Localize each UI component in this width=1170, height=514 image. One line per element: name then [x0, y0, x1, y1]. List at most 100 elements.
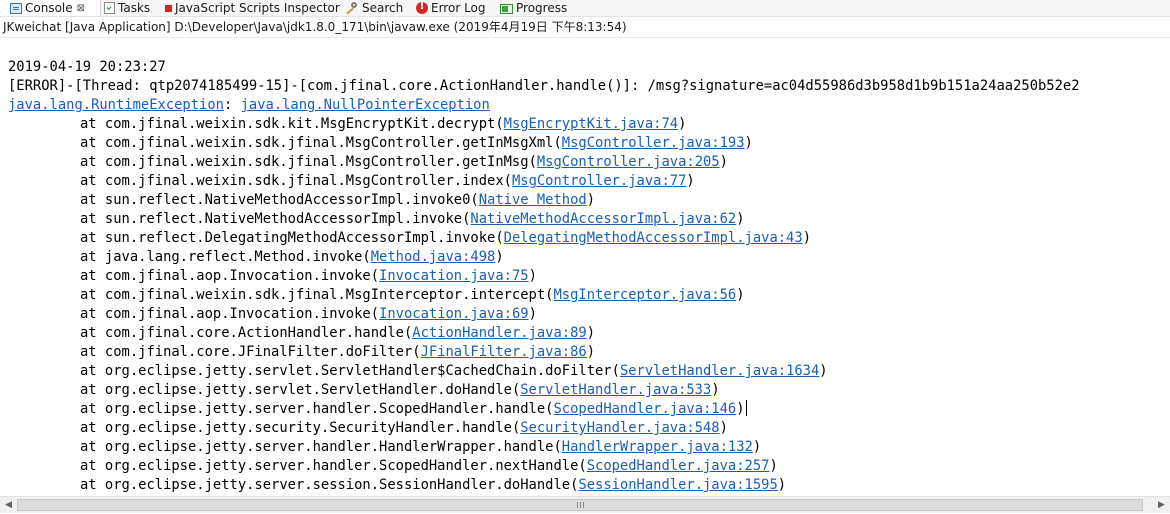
- close-icon[interactable]: ⊠: [77, 3, 85, 14]
- stack-frame-paren-close: ): [528, 306, 537, 322]
- stack-frame-source-link[interactable]: Method.java:498: [371, 249, 496, 265]
- stack-frame-method: at org.eclipse.jetty.server.handler.Scop…: [80, 458, 579, 474]
- stack-frame-source-link[interactable]: MsgController.java:193: [562, 135, 745, 151]
- stack-frame-paren-open: (: [495, 116, 504, 132]
- stack-frame-paren-close: ): [752, 439, 762, 455]
- text-caret: [745, 400, 747, 416]
- exception-separator: :: [223, 97, 241, 113]
- stack-frame-paren-open: (: [553, 135, 562, 151]
- stack-frame-paren-close: ): [736, 287, 745, 303]
- stack-frame-source-link[interactable]: MsgController.java:77: [512, 173, 686, 189]
- stack-frame-paren-close: ): [678, 116, 687, 132]
- stack-frame-paren-close: ): [736, 211, 745, 227]
- stack-frame-method: at com.jfinal.weixin.sdk.kit.MsgEncryptK…: [80, 116, 496, 132]
- stack-frame-paren-close: ): [586, 325, 596, 341]
- stack-frame-paren-open: (: [528, 154, 537, 170]
- stack-frame-source-link[interactable]: Invocation.java:75: [379, 268, 529, 284]
- stack-frame-paren-close: ): [802, 230, 811, 246]
- stack-frame-method: at com.jfinal.core.JFinalFilter.doFilter: [80, 344, 413, 360]
- stack-frame-method: at com.jfinal.weixin.sdk.jfinal.MsgInter…: [80, 287, 546, 303]
- tab-console[interactable]: Console ⊠: [0, 0, 101, 16]
- stack-frame-paren-open: (: [470, 192, 479, 208]
- stack-frame: at com.jfinal.weixin.sdk.jfinal.MsgInter…: [80, 286, 745, 305]
- stack-frame-method: at com.jfinal.weixin.sdk.jfinal.MsgContr…: [80, 173, 504, 189]
- stack-frame-source-link[interactable]: DelegatingMethodAccessorImpl.java:43: [504, 230, 803, 246]
- stack-frame-method: at org.eclipse.jetty.servlet.ServletHand…: [80, 382, 512, 398]
- stack-frame: at org.eclipse.jetty.server.handler.Hand…: [80, 438, 761, 457]
- process-info: JKweichat [Java Application] D:\Develope…: [0, 17, 1170, 38]
- console-error-line: [ERROR]-[Thread: qtp2074185499-15]-[com.…: [8, 78, 1080, 94]
- tab-javascript-scripts-inspector-label: JavaScript Scripts Inspector: [175, 1, 340, 15]
- javascript-inspector-icon: [165, 5, 172, 12]
- stack-frame-paren-open: (: [511, 382, 521, 398]
- exception-link[interactable]: java.lang.RuntimeException: [8, 97, 224, 113]
- stack-frame-method: at java.lang.reflect.Method.invoke: [80, 249, 363, 265]
- stack-frame-method: at sun.reflect.NativeMethodAccessorImpl.…: [80, 192, 471, 208]
- stack-frame-source-link[interactable]: MsgInterceptor.java:56: [553, 287, 736, 303]
- stack-frame-source-link[interactable]: MsgEncryptKit.java:74: [504, 116, 678, 132]
- stack-frame: at org.eclipse.jetty.server.session.Sess…: [80, 476, 786, 495]
- stack-frame-method: at com.jfinal.aop.Invocation.invoke: [80, 268, 371, 284]
- stack-frame-paren-open: (: [495, 230, 504, 246]
- tab-javascript-scripts-inspector[interactable]: JavaScript Scripts Inspector: [165, 0, 340, 16]
- stack-frame: at com.jfinal.weixin.sdk.kit.MsgEncryptK…: [80, 115, 686, 134]
- stack-frame-paren-open: (: [412, 344, 421, 360]
- stack-frame-source-link[interactable]: NativeMethodAccessorImpl.java:62: [470, 211, 736, 227]
- stack-frame-paren-close: ): [769, 458, 778, 474]
- stack-frame: at com.jfinal.weixin.sdk.jfinal.MsgContr…: [80, 134, 753, 153]
- stack-frame: at com.jfinal.weixin.sdk.jfinal.MsgContr…: [80, 153, 728, 172]
- stack-frame: at org.eclipse.jetty.servlet.ServletHand…: [80, 381, 720, 400]
- tab-tasks-label: Tasks: [118, 1, 151, 15]
- stack-frame-source-link[interactable]: ServletHandler.java:1634: [620, 363, 819, 379]
- stack-frame-source-link[interactable]: Native Method: [479, 192, 587, 208]
- stack-frame-paren-close: ): [586, 192, 596, 208]
- stack-frame-method: at sun.reflect.NativeMethodAccessorImpl.…: [80, 211, 463, 227]
- tab-tasks[interactable]: Tasks: [104, 0, 150, 16]
- stack-frame-method: at org.eclipse.jetty.server.session.Sess…: [80, 477, 571, 493]
- tab-search[interactable]: Search: [345, 0, 403, 16]
- tab-search-label: Search: [362, 1, 404, 15]
- stack-frame-method: at com.jfinal.core.ActionHandler.handle: [80, 325, 404, 341]
- stack-frame-source-link[interactable]: ScopedHandler.java:146: [553, 401, 736, 417]
- stack-frame-paren-open: (: [503, 173, 512, 189]
- horizontal-scrollbar[interactable]: ◀ ▶: [0, 496, 1170, 513]
- stack-frame-source-link[interactable]: ScopedHandler.java:257: [587, 458, 770, 474]
- scrollbar-grip-icon: [577, 502, 584, 508]
- stack-frame-source-link[interactable]: Invocation.java:69: [379, 306, 529, 322]
- scroll-right-arrow-icon[interactable]: ▶: [1153, 497, 1170, 513]
- exception-cause-link[interactable]: java.lang.NullPointerException: [241, 97, 490, 113]
- stack-frame-method: at sun.reflect.DelegatingMethodAccessorI…: [80, 230, 496, 246]
- stack-frame-paren-close: ): [819, 363, 828, 379]
- stack-frame-source-link[interactable]: SessionHandler.java:1595: [578, 477, 777, 493]
- stack-frame: at java.lang.reflect.Method.invoke(Metho…: [80, 248, 504, 267]
- stack-frame-paren-open: (: [611, 363, 620, 379]
- scroll-left-arrow-icon[interactable]: ◀: [0, 497, 17, 513]
- stack-frame-method: at com.jfinal.weixin.sdk.jfinal.MsgContr…: [80, 135, 554, 151]
- console-output[interactable]: 2019-04-19 20:23:27 [ERROR]-[Thread: qtp…: [0, 40, 1170, 495]
- stack-frame: at com.jfinal.core.ActionHandler.handle(…: [80, 324, 595, 343]
- stack-frame-paren-open: (: [362, 249, 371, 265]
- stack-frame: at com.jfinal.core.JFinalFilter.doFilter…: [80, 343, 595, 362]
- stack-frame: at org.eclipse.jetty.server.handler.Scop…: [80, 400, 747, 419]
- stack-frame-method: at org.eclipse.jetty.server.handler.Scop…: [80, 401, 546, 417]
- stack-frame-paren-open: (: [578, 458, 587, 474]
- stack-frame-source-link[interactable]: HandlerWrapper.java:132: [562, 439, 753, 455]
- stack-frame: at sun.reflect.NativeMethodAccessorImpl.…: [80, 210, 745, 229]
- stack-frame-paren-close: ): [719, 154, 728, 170]
- stack-frame-paren-close: ): [719, 420, 728, 436]
- stack-frame-paren-open: (: [370, 268, 380, 284]
- stack-frame-paren-open: (: [370, 306, 380, 322]
- stack-frame: at org.eclipse.jetty.server.handler.Scop…: [80, 457, 778, 476]
- view-tab-bar: Console ⊠ Tasks JavaScript Scripts Inspe…: [0, 0, 1170, 17]
- scrollbar-thumb[interactable]: [17, 499, 1143, 511]
- stack-frame-source-link[interactable]: ActionHandler.java:89: [412, 325, 586, 341]
- stack-frame-source-link[interactable]: ServletHandler.java:533: [520, 382, 711, 398]
- tab-progress[interactable]: Progress: [500, 0, 567, 16]
- stack-frame: at com.jfinal.aop.Invocation.invoke(Invo…: [80, 305, 537, 324]
- stack-frame: at org.eclipse.jetty.security.SecurityHa…: [80, 419, 728, 438]
- stack-frame: at com.jfinal.weixin.sdk.jfinal.MsgContr…: [80, 172, 695, 191]
- stack-frame-source-link[interactable]: MsgController.java:205: [537, 154, 720, 170]
- stack-frame-source-link[interactable]: SecurityHandler.java:548: [520, 420, 719, 436]
- stack-frame-source-link[interactable]: JFinalFilter.java:86: [421, 344, 587, 360]
- tab-error-log[interactable]: Error Log: [416, 0, 486, 16]
